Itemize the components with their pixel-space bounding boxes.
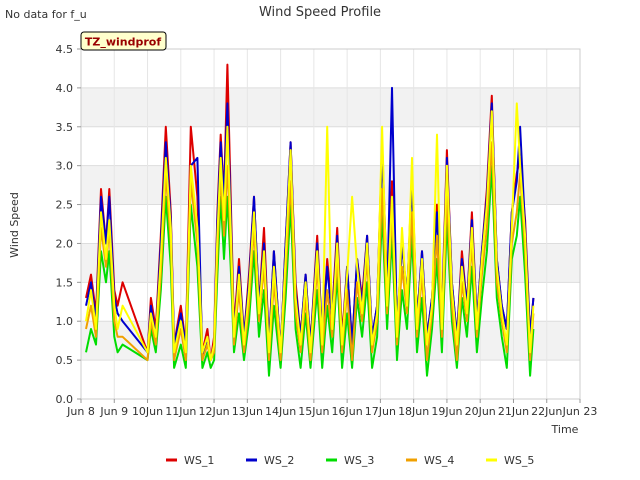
y-tick-label: 4.0 — [56, 82, 74, 95]
legend-label: WS_4 — [424, 454, 454, 467]
x-tick-label: 12Jun — [198, 405, 229, 418]
y-tick-label: 3.0 — [56, 160, 74, 173]
station-badge-label: TZ_windprof — [85, 36, 161, 49]
legend-label: WS_5 — [504, 454, 534, 467]
legend-label: WS_2 — [264, 454, 294, 467]
x-tick-label: 19Jun — [431, 405, 462, 418]
y-tick-label: 2.0 — [56, 237, 74, 250]
y-axis-label: Wind Speed — [8, 192, 21, 258]
no-data-note: No data for f_u — [5, 8, 87, 21]
y-tick-label: 1.5 — [56, 276, 74, 289]
y-tick-label: 3.5 — [56, 121, 74, 134]
x-tick-label: 21Jun — [498, 405, 529, 418]
plot-band — [81, 360, 580, 399]
plot-band — [81, 49, 580, 88]
plot-band — [81, 87, 580, 127]
plot-band — [81, 126, 580, 166]
y-tick-label: 0.5 — [56, 354, 74, 367]
x-tick-label: 17Jun — [365, 405, 396, 418]
x-tick-label: Jun 9 — [99, 405, 128, 418]
plot-band — [81, 165, 580, 205]
station-badge: TZ_windprof — [80, 31, 167, 51]
y-axis-ticks: 0.00.51.01.52.02.53.03.54.04.5 — [56, 43, 81, 406]
y-tick-label: 2.5 — [56, 199, 74, 212]
x-tick-label: Jun 8 — [66, 405, 95, 418]
x-axis-ticks: Jun 8 Jun 9 10Jun 11Jun 12Jun 13Jun 14Jun 15Jun… — [66, 399, 597, 418]
x-tick-label: 15Jun — [298, 405, 329, 418]
chart-title: Wind Speed Profile — [259, 5, 381, 20]
x-tick-label: 20Jun — [465, 405, 496, 418]
x-tick-label: 10Jun — [132, 405, 163, 418]
x-tick-label: Jun 23 — [562, 405, 598, 418]
y-tick-label: 1.0 — [56, 315, 74, 328]
y-tick-label: 4.5 — [56, 43, 74, 56]
legend-label: WS_1 — [184, 454, 214, 467]
x-axis-label: Time — [551, 423, 579, 436]
x-tick-label: 11Jun — [165, 405, 196, 418]
x-tick-label: 22Jun — [531, 405, 562, 418]
x-tick-label: 14Jun — [265, 405, 296, 418]
x-tick-label: 13Jun — [232, 405, 263, 418]
legend: WS_1 WS_2 WS_3 WS_4 WS_5 — [166, 454, 534, 467]
legend-label: WS_3 — [344, 454, 374, 467]
x-tick-label: 16Jun — [332, 405, 363, 418]
x-tick-label: 18Jun — [398, 405, 429, 418]
wind-speed-chart: 0.00.51.01.52.02.53.03.54.04.5 Jun 8 Jun … — [5, 5, 597, 467]
